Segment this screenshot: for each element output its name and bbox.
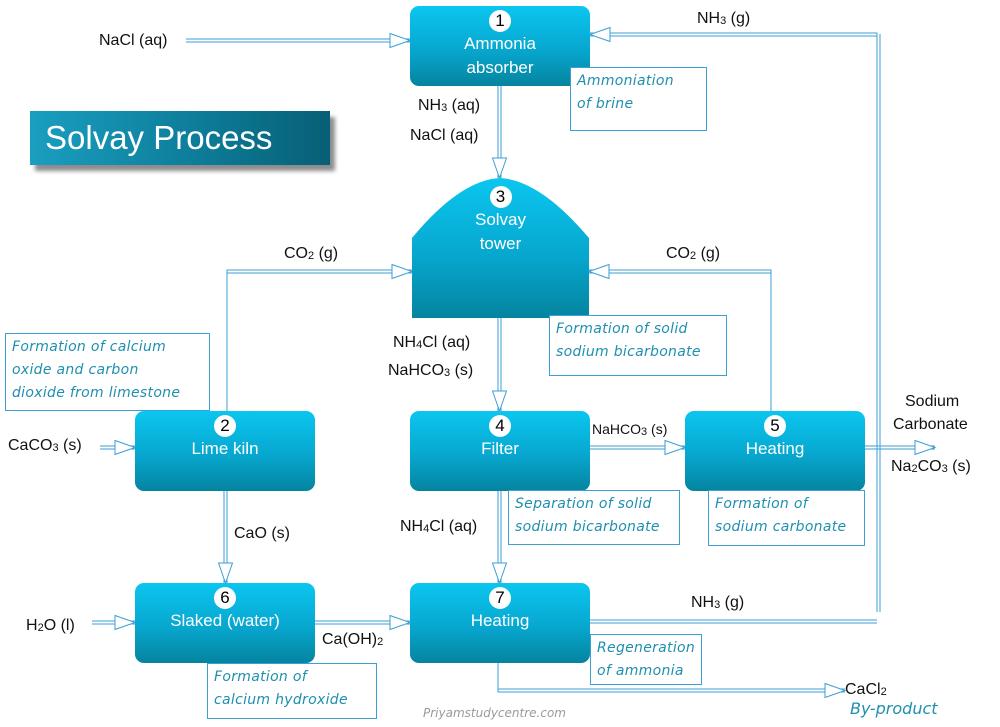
unit-label: Filter [481,439,519,458]
unit-solvay-tower[interactable]: 3 Solvay tower [412,182,589,256]
byproduct-label: By-product [850,699,938,718]
unit-number: 6 [214,587,236,609]
unit-number: 2 [214,415,236,437]
unit-label: Heating [745,439,805,458]
arrow-co2-left [226,269,412,411]
unit-label: Heating [470,611,530,630]
unit-label: Ammonia [464,34,536,53]
stream-cacl2-out: CaCl2 [845,681,887,698]
stream-caoh2: Ca(OH)2 [322,631,384,648]
stream-cao: CaO (s) [234,525,290,542]
stream-nh4cl-aq-bottom: NH4Cl (aq) [400,518,478,535]
watermark: Priyamstudycentre.com [423,706,566,720]
arrow-nh4cl-to-heating-head [491,562,508,585]
arrow-tower-to-filter-head [491,390,508,413]
unit-number: 7 [489,587,511,609]
arrow-caoh2-head [389,614,412,631]
stream-nh3-gas-bottom: NH3 (g) [691,594,745,611]
note-line: sodium carbonate [715,519,847,535]
unit-ammonia-absorber[interactable]: 1 Ammonia absorber [410,6,590,86]
stream-co2-left: CO2 (g) [284,245,339,262]
note-line: Formation of solid [556,321,688,337]
unit-slaked-water[interactable]: 6 Slaked (water) [135,583,315,663]
unit-lime-kiln[interactable]: 2 Lime kiln [135,411,315,491]
stream-na2co3-out: Na2CO3 (s) [891,458,971,475]
note-line: sodium bicarbonate [556,344,701,360]
note-ammoniation: Ammoniation of brine [570,67,707,131]
stream-nahco3-s-top: NaHCO3 (s) [388,362,474,379]
note-solid-bicarbonate: Formation of solid sodium bicarbonate [549,315,727,376]
note-line: Formation of [715,496,808,512]
note-line: Separation of solid [515,496,652,512]
note-calcium-hydroxide: Formation of calcium hydroxide [207,663,377,719]
arrow-nh3-recycle-top [590,35,878,37]
note-line: Formation of [214,669,307,685]
stream-nh3-gas-recycle: NH3 (g) [697,10,751,27]
arrow-co2-left-head [391,263,414,280]
stream-nh3-aq: NH3 (aq) [418,97,481,114]
unit-number: 1 [489,10,511,32]
stream-caco3-in: CaCO3 (s) [8,437,82,454]
note-calcium-oxide: Formation of calcium oxide and carbon di… [5,333,210,411]
note-line: of ammonia [597,663,684,679]
note-sodium-carbonate: Formation of sodium carbonate [708,490,865,546]
note-line: Ammoniation [577,73,674,89]
label-sodium: Sodium [905,393,960,410]
arrow-filter-to-heating-head [664,439,687,456]
stream-co2-right: CO2 (g) [666,245,721,262]
unit-label: absorber [466,58,534,77]
unit-filter[interactable]: 4 Filter [410,411,590,491]
note-separation: Separation of solid sodium bicarbonate [508,490,680,545]
arrow-na2co3-out-head [914,439,937,456]
note-line: oxide and carbon [12,362,139,378]
label-carbonate: Carbonate [893,416,968,433]
stream-h2o-in: H2O (l) [26,617,75,634]
unit-heating-7[interactable]: 7 Heating [410,583,590,663]
note-line: calcium hydroxide [214,692,348,708]
page-title: Solvay Process [30,111,330,165]
unit-label: Lime kiln [191,439,259,458]
arrow-co2-right-head [587,263,610,280]
unit-number: 4 [489,415,511,437]
note-regeneration: Regeneration of ammonia [590,634,702,685]
unit-label: tower [479,234,522,253]
arrow-co2-left [226,272,412,414]
unit-number: 5 [764,415,786,437]
arrow-nacl-in-head [389,32,412,49]
note-line: of brine [577,96,634,112]
arrow-caco3-in-head [114,439,137,456]
note-line: sodium bicarbonate [515,519,660,535]
unit-number: 3 [489,186,512,208]
arrow-absorber-to-tower-head [491,157,508,180]
note-line: dioxide from limestone [12,385,181,401]
arrow-nh3-recycle-top-head [588,26,611,43]
stream-nacl-in: NaCl (aq) [99,32,168,49]
note-line: Formation of calcium [12,339,167,355]
stream-nh4cl-aq-top: NH4Cl (aq) [393,334,471,351]
unit-label: Solvay [474,210,527,229]
note-line: Regeneration [597,640,696,656]
unit-label: Slaked (water) [170,611,280,630]
stream-nacl-aq: NaCl (aq) [410,127,479,144]
unit-heating-5[interactable]: 5 Heating [685,411,865,491]
arrow-cao-head [217,562,234,585]
arrow-cacl2-out-head [824,682,847,699]
arrow-h2o-in-head [114,614,137,631]
stream-nahco3-s-side: NaHCO3 (s) [592,421,668,438]
arrow-nh3-recycle-top [590,32,878,34]
